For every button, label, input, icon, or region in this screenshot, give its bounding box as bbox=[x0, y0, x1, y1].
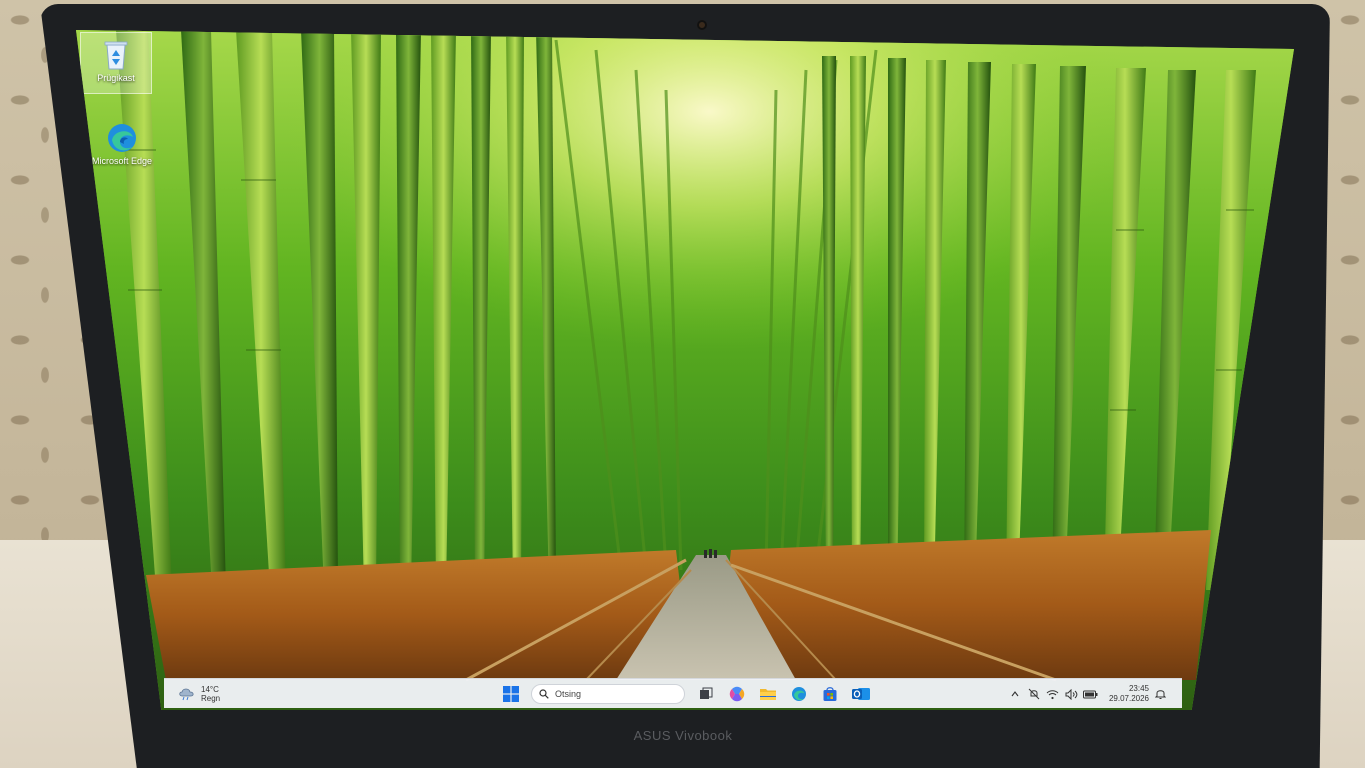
desktop-icon-label: Prügikast bbox=[97, 73, 135, 83]
windows-start-icon bbox=[503, 686, 519, 702]
speaker-icon bbox=[1065, 688, 1078, 700]
outlook-button[interactable] bbox=[850, 683, 872, 705]
edge-taskbar-button[interactable] bbox=[788, 683, 810, 705]
taskbar-clock[interactable]: 23:45 29.07.2026 bbox=[1109, 684, 1149, 704]
wifi-icon bbox=[1047, 689, 1059, 699]
store-icon bbox=[823, 687, 837, 701]
laptop-screen: Prügikast Microsoft Edge bbox=[76, 30, 1294, 710]
battery-button[interactable] bbox=[1083, 686, 1099, 702]
search-icon bbox=[539, 689, 549, 699]
weather-widget[interactable]: 14°C Regn bbox=[178, 683, 220, 705]
search-placeholder: Otsing bbox=[555, 689, 582, 699]
notifications-off-button[interactable] bbox=[1026, 686, 1042, 702]
outlook-icon bbox=[852, 688, 870, 700]
taskbar-center: Otsing bbox=[500, 683, 881, 705]
start-button[interactable] bbox=[500, 683, 522, 705]
volume-button[interactable] bbox=[1064, 686, 1080, 702]
store-button[interactable] bbox=[819, 683, 841, 705]
cloud-rain-icon bbox=[179, 688, 194, 701]
task-view-button[interactable] bbox=[695, 683, 717, 705]
edge-icon bbox=[792, 687, 806, 701]
laptop-brand: ASUS Vivobook bbox=[633, 728, 733, 743]
copilot-icon bbox=[729, 686, 745, 702]
taskbar: 14°C Regn Otsing 23:45 29.07.2026 bbox=[164, 678, 1182, 708]
wifi-button[interactable] bbox=[1045, 686, 1061, 702]
desktop-wallpaper bbox=[76, 30, 1294, 710]
copilot-button[interactable] bbox=[726, 683, 748, 705]
weather-temp: 14°C bbox=[201, 685, 219, 694]
desktop-icon-edge[interactable]: Microsoft Edge bbox=[86, 122, 158, 167]
chevron-up-icon bbox=[1011, 691, 1019, 697]
notification-center-button[interactable] bbox=[1152, 686, 1168, 702]
task-view-icon bbox=[700, 687, 713, 699]
battery-icon bbox=[1083, 690, 1098, 698]
folder-icon bbox=[760, 689, 776, 700]
clock-time: 23:45 bbox=[1128, 684, 1149, 693]
show-hidden-icons-button[interactable] bbox=[1007, 686, 1023, 702]
recycle-bin-icon bbox=[104, 41, 128, 70]
notifications-off-icon bbox=[1028, 688, 1040, 700]
desktop-icon-label: Microsoft Edge bbox=[91, 156, 153, 166]
system-tray: 23:45 29.07.2026 bbox=[1004, 683, 1168, 705]
desktop-icon-recycle-bin[interactable]: Prügikast bbox=[80, 32, 152, 94]
clock-date: 29.07.2026 bbox=[1108, 694, 1149, 703]
bell-icon bbox=[1154, 690, 1166, 699]
taskbar-search[interactable]: Otsing bbox=[531, 684, 685, 704]
edge-icon bbox=[108, 124, 136, 152]
weather-condition: Regn bbox=[201, 694, 221, 703]
file-explorer-button[interactable] bbox=[757, 683, 779, 705]
webcam bbox=[697, 20, 707, 30]
